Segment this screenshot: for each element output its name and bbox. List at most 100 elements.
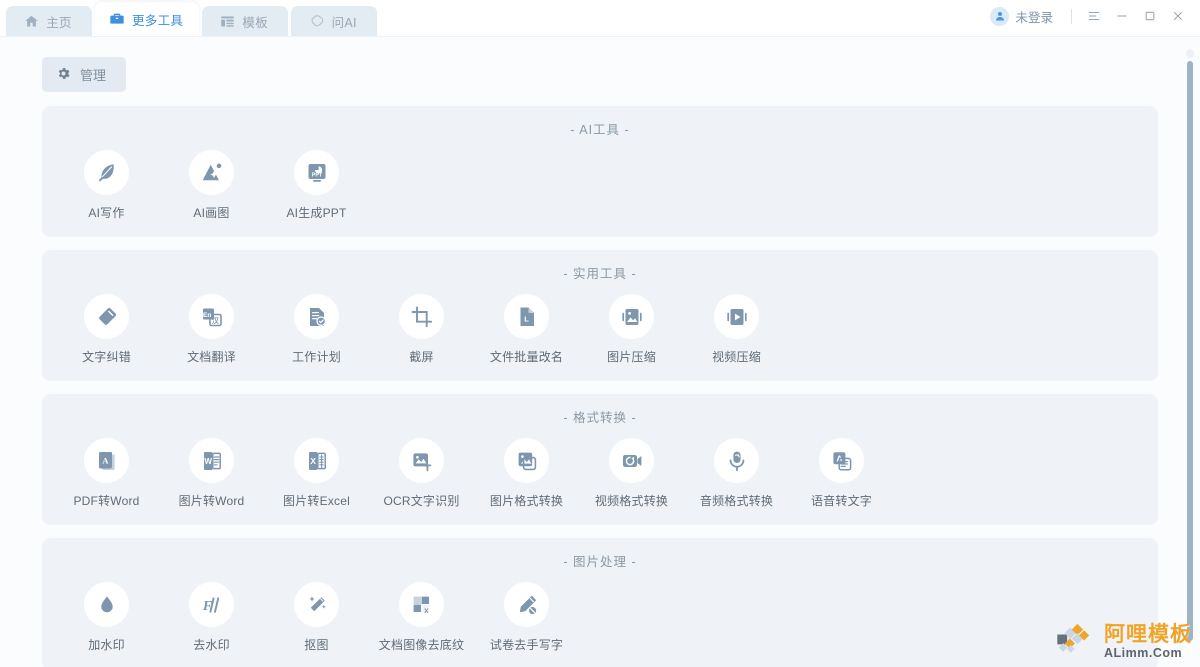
tool-label: 语音转文字	[810, 494, 872, 508]
titlebar-divider	[1071, 8, 1072, 24]
manage-bar: 管理	[22, 57, 1178, 92]
tool-label: 视频压缩	[712, 350, 761, 364]
translate-icon: En 汉	[189, 294, 234, 339]
tool-ai-drawing[interactable]: AI画图	[159, 148, 264, 223]
tab-ask-ai-label: 问AI	[331, 15, 357, 30]
feather-pen-icon	[84, 150, 129, 195]
remove-shading-icon: x	[399, 582, 444, 627]
tool-grid: 文字纠错 En 汉 文档翻译 工作计划 截屏 L 文件批量改名 图片压缩 视频压…	[42, 292, 1158, 367]
file-rename-icon: L	[504, 294, 549, 339]
crop-icon	[399, 294, 444, 339]
tool-remove-shading[interactable]: x 文档图像去底纹	[369, 580, 474, 655]
speech-to-text-icon: A	[819, 438, 864, 483]
manage-button-label: 管理	[80, 68, 107, 83]
tool-image-compress[interactable]: 图片压缩	[579, 292, 684, 367]
tool-screenshot[interactable]: 截屏	[369, 292, 474, 367]
tool-ocr[interactable]: OCR文字识别	[369, 436, 474, 511]
tool-batch-rename[interactable]: L 文件批量改名	[474, 292, 579, 367]
tool-image-format-convert[interactable]: 图片格式转换	[474, 436, 579, 511]
tool-label: PDF转Word	[73, 494, 140, 508]
home-icon	[24, 14, 39, 29]
svg-text:L: L	[524, 314, 529, 323]
tab-more-tools[interactable]: 更多工具	[95, 2, 200, 36]
tool-pdf-to-word[interactable]: A PDF转Word	[54, 436, 159, 511]
word-icon: W	[189, 438, 234, 483]
tool-cutout[interactable]: 抠图	[264, 580, 369, 655]
tool-label: 音频格式转换	[699, 494, 774, 508]
ppt-icon: PPT	[294, 150, 339, 195]
maximize-button[interactable]	[1136, 2, 1164, 30]
excel-icon: X	[294, 438, 339, 483]
tool-speech-to-text[interactable]: A 语音转文字	[789, 436, 894, 511]
tool-image-to-word[interactable]: W 图片转Word	[159, 436, 264, 511]
user-icon	[990, 6, 1010, 26]
manage-button[interactable]: 管理	[42, 57, 127, 92]
title-bar: 主页 更多工具 模板 问AI 未登录	[0, 0, 1200, 36]
tool-add-watermark[interactable]: 加水印	[54, 580, 159, 655]
svg-text:x: x	[424, 605, 429, 614]
scrollbar-top-cap	[1186, 49, 1194, 58]
tool-label: 图片压缩	[607, 350, 656, 364]
tool-label: 图片格式转换	[489, 494, 564, 508]
tool-label: 试卷去手写字	[489, 638, 564, 652]
tab-templates[interactable]: 模板	[202, 6, 289, 36]
tool-label: 截屏	[409, 350, 434, 364]
tool-label: 图片转Word	[178, 494, 245, 508]
tab-more-tools-label: 更多工具	[132, 13, 184, 28]
svg-text:汉: 汉	[211, 316, 219, 325]
tool-doc-translate[interactable]: En 汉 文档翻译	[159, 292, 264, 367]
svg-text:PPT: PPT	[311, 172, 322, 178]
tool-image-to-excel[interactable]: X 图片转Excel	[264, 436, 369, 511]
menu-button[interactable]	[1080, 2, 1108, 30]
account-label: 未登录	[1015, 10, 1053, 25]
ai-chat-icon	[310, 14, 325, 29]
image-compress-icon	[609, 294, 654, 339]
watermark-add-icon	[84, 582, 129, 627]
checklist-icon	[294, 294, 339, 339]
tool-label: AI画图	[193, 206, 230, 220]
ai-image-icon	[189, 150, 234, 195]
tool-video-format-convert[interactable]: 视频格式转换	[579, 436, 684, 511]
tool-label: OCR文字识别	[383, 494, 460, 508]
close-button[interactable]	[1164, 2, 1192, 30]
section-image-processing: - 图片处理 - 加水印 F 去水印 抠图 x 文档图像去底纹 试卷去手写字	[42, 538, 1158, 667]
audio-convert-icon	[714, 438, 759, 483]
tool-grid: AI写作 AI画图 PPT AI生成PPT	[42, 148, 1158, 223]
tool-ai-writing[interactable]: AI写作	[54, 148, 159, 223]
video-convert-icon	[609, 438, 654, 483]
watermark-remove-icon: F	[189, 582, 234, 627]
tool-label: 去水印	[193, 638, 230, 652]
video-compress-icon	[714, 294, 759, 339]
svg-text:En: En	[202, 312, 210, 319]
tool-label: 加水印	[88, 638, 125, 652]
tool-remove-watermark[interactable]: F 去水印	[159, 580, 264, 655]
tool-label: AI写作	[88, 206, 125, 220]
svg-text:A: A	[102, 455, 109, 465]
tab-ask-ai[interactable]: 问AI	[291, 6, 378, 36]
tool-label: 文字纠错	[82, 350, 131, 364]
eraser-icon	[84, 294, 129, 339]
tool-text-proofread[interactable]: 文字纠错	[54, 292, 159, 367]
tool-remove-handwriting[interactable]: 试卷去手写字	[474, 580, 579, 655]
tool-label: 图片转Excel	[283, 494, 350, 508]
account-status[interactable]: 未登录	[980, 6, 1063, 26]
tool-video-compress[interactable]: 视频压缩	[684, 292, 789, 367]
section-practical-tools: - 实用工具 - 文字纠错 En 汉 文档翻译 工作计划 截屏 L 文件批量改名…	[42, 250, 1158, 381]
tool-work-plan[interactable]: 工作计划	[264, 292, 369, 367]
tool-grid: 加水印 F 去水印 抠图 x 文档图像去底纹 试卷去手写字	[42, 580, 1158, 655]
section-title: - 格式转换 -	[563, 411, 637, 425]
template-icon	[220, 14, 235, 29]
svg-text:X: X	[310, 456, 316, 466]
ocr-icon	[399, 438, 444, 483]
tool-audio-format-convert[interactable]: 音频格式转换	[684, 436, 789, 511]
scrollbar-thumb[interactable]	[1187, 61, 1193, 641]
section-title: - 实用工具 -	[563, 267, 637, 281]
vertical-scrollbar[interactable]	[1186, 49, 1194, 657]
window-controls: 未登录	[980, 0, 1200, 32]
tool-ai-ppt[interactable]: PPT AI生成PPT	[264, 148, 369, 223]
section-ai-tools: - AI工具 - AI写作 AI画图 PPT AI生成PPT	[42, 106, 1158, 237]
tab-home[interactable]: 主页	[6, 6, 92, 36]
tools-scroll-area: 管理 - AI工具 - AI写作 AI画图 PPT AI生成PPT - 实用工具…	[0, 37, 1200, 667]
image-convert-icon	[504, 438, 549, 483]
minimize-button[interactable]	[1108, 2, 1136, 30]
